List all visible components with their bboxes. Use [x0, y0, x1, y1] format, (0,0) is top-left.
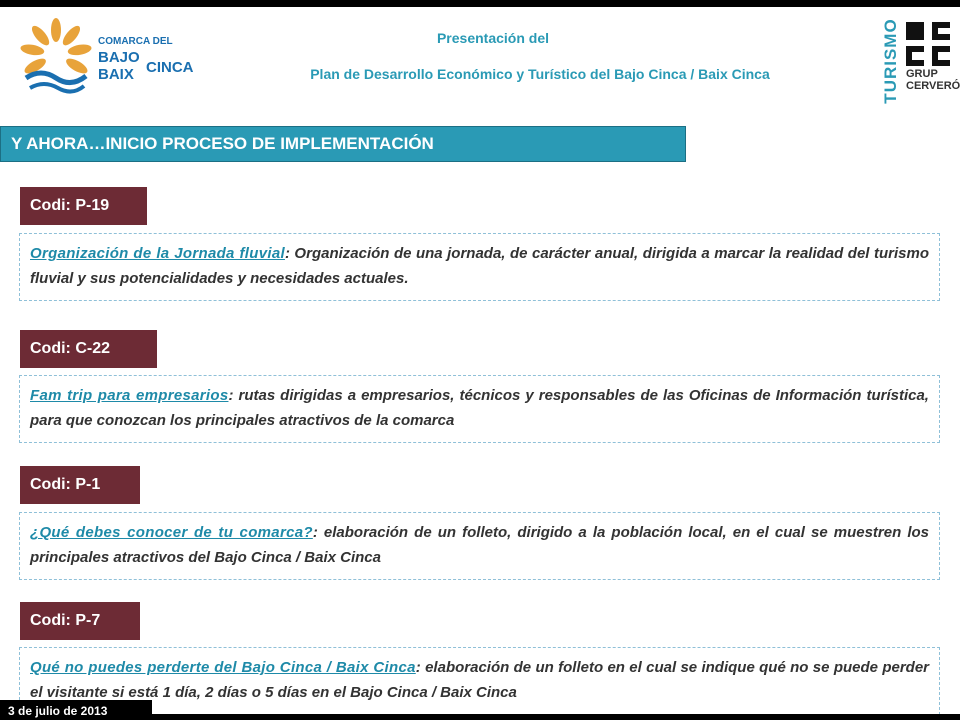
item-description-p19: Organización de la Jornada fluvial: Orga… — [19, 233, 940, 301]
grup-text-line1: GRUP — [906, 68, 938, 80]
comarca-sun-logo-icon — [20, 18, 92, 94]
code-badge-p7: Codi: P-7 — [20, 602, 140, 640]
logo-text-comarca: COMARCA DEL — [98, 36, 173, 47]
code-badge-c22: Codi: C-22 — [20, 330, 157, 368]
item-description-p1: ¿Qué debes conocer de tu comarca?: elabo… — [19, 512, 940, 580]
logo-text-baix: BAIX — [98, 66, 134, 83]
logo-text-bajo: BAJO — [98, 49, 140, 66]
gc-monogram-icon — [906, 22, 950, 66]
header-subtitle: Presentación del — [436, 30, 550, 46]
grup-text-line2: CERVERÓ — [906, 80, 960, 92]
item-title-c22: Fam trip para empresarios — [30, 387, 229, 404]
top-border-bar — [0, 0, 960, 7]
header-title: Plan de Desarrollo Económico y Turístico… — [310, 66, 770, 82]
section-banner: Y AHORA…INICIO PROCESO DE IMPLEMENTACIÓN — [0, 126, 686, 162]
comarca-logo: COMARCA DEL BAJO BAIX CINCA — [16, 16, 196, 96]
item-title-p19: Organización de la Jornada fluvial — [30, 245, 285, 262]
code-badge-p19: Codi: P-19 — [20, 187, 147, 225]
item-description-c22: Fam trip para empresarios: rutas dirigid… — [19, 375, 940, 443]
logo-text-cinca: CINCA — [146, 59, 194, 76]
turismo-vertical-label: TURISMO — [880, 18, 902, 103]
item-title-p7: Qué no puedes perderte del Bajo Cinca / … — [30, 659, 416, 676]
grup-cervero-logo: TURISMO GRUP CERVERÓ — [876, 16, 960, 103]
item-title-p1: ¿Qué debes conocer de tu comarca? — [30, 524, 313, 541]
grup-cervero-text: GRUP CERVERÓ — [906, 68, 960, 92]
footer-date: 3 de julio de 2013 — [0, 700, 152, 720]
turismo-text: TURISMO — [881, 18, 900, 104]
code-badge-p1: Codi: P-1 — [20, 466, 140, 504]
item-description-p7: Qué no puedes perderte del Bajo Cinca / … — [19, 647, 940, 715]
